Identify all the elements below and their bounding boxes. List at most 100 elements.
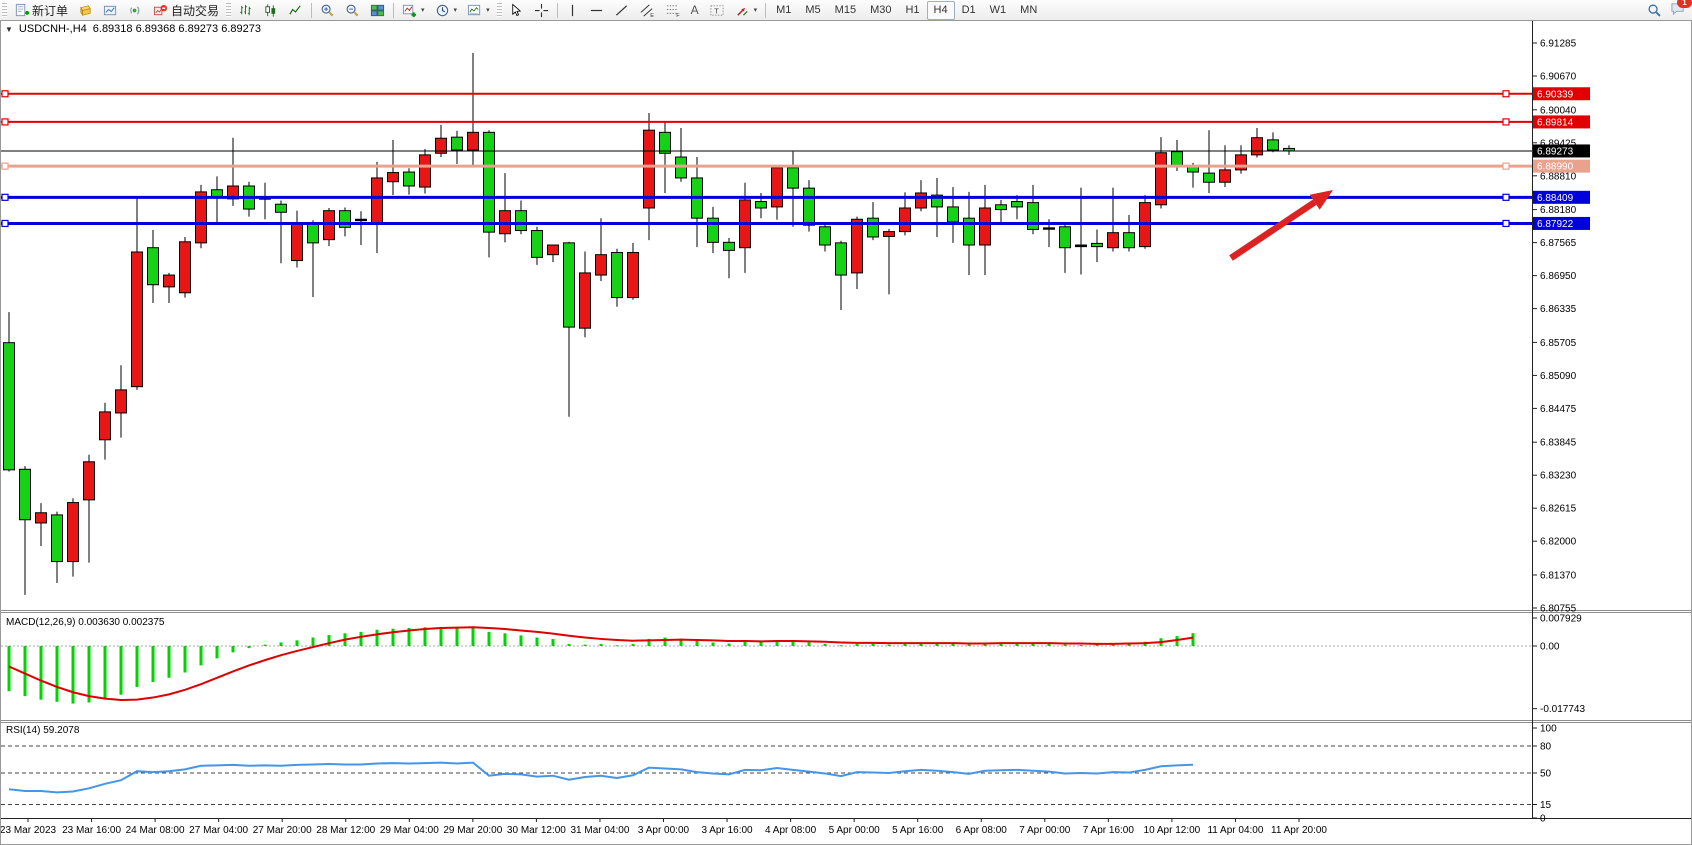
svg-text:6.85705: 6.85705 xyxy=(1540,338,1577,349)
chart-window: ▼ USDCNH-,H4 6.89318 6.89368 6.89273 6.8… xyxy=(0,20,1692,845)
arrows-button[interactable]: ▾ xyxy=(730,0,763,21)
fibonacci-button[interactable]: F xyxy=(660,0,686,21)
tab-timeframe-h4[interactable]: H4 xyxy=(927,1,955,20)
new-order-icon xyxy=(14,3,29,18)
svg-text:23 Mar 2023: 23 Mar 2023 xyxy=(1,825,57,836)
crosshair-button[interactable] xyxy=(529,0,554,21)
svg-text:6.87922: 6.87922 xyxy=(1537,219,1574,230)
vertical-line-button[interactable] xyxy=(561,0,584,21)
toolbar-grip xyxy=(226,3,231,17)
svg-text:6.86335: 6.86335 xyxy=(1540,304,1577,315)
svg-text:6 Apr 08:00: 6 Apr 08:00 xyxy=(956,825,1008,836)
svg-text:6.84475: 6.84475 xyxy=(1540,404,1577,415)
svg-text:-0.017743: -0.017743 xyxy=(1540,704,1585,715)
toolbar-grip xyxy=(2,3,7,17)
auto-trading-button[interactable]: 自动交易 xyxy=(148,0,224,21)
chart-bars-button[interactable] xyxy=(233,0,258,21)
tab-timeframe-w1[interactable]: W1 xyxy=(983,1,1014,20)
svg-text:T: T xyxy=(714,6,719,15)
svg-text:3 Apr 16:00: 3 Apr 16:00 xyxy=(701,825,753,836)
svg-text:6.89273: 6.89273 xyxy=(1537,146,1574,157)
new-order-label: 新订单 xyxy=(32,2,68,19)
arrow-objects-icon xyxy=(735,3,750,18)
zoom-in-button[interactable] xyxy=(315,0,340,21)
new-order-button[interactable]: 新订单 xyxy=(9,0,73,21)
svg-text:5 Apr 16:00: 5 Apr 16:00 xyxy=(892,825,944,836)
svg-text:6.87565: 6.87565 xyxy=(1540,238,1577,249)
svg-text:4 Apr 08:00: 4 Apr 08:00 xyxy=(765,825,817,836)
horizontal-line-button[interactable] xyxy=(584,0,609,21)
tab-timeframe-h1[interactable]: H1 xyxy=(898,1,926,20)
profiles-button[interactable] xyxy=(98,0,123,21)
svg-text:6.86950: 6.86950 xyxy=(1540,271,1577,282)
svg-text:6.88180: 6.88180 xyxy=(1540,205,1577,216)
tile-windows-button[interactable] xyxy=(365,0,390,21)
svg-text:7 Apr 16:00: 7 Apr 16:00 xyxy=(1083,825,1135,836)
text-button[interactable]: A xyxy=(686,0,704,21)
marketwatch-button[interactable] xyxy=(73,0,98,21)
notification-badge: 1 xyxy=(1677,0,1692,8)
notifications-button[interactable]: 1 xyxy=(1670,1,1686,19)
zoom-out-icon xyxy=(345,3,360,18)
separator xyxy=(393,3,394,18)
timeframe-switcher: M1M5M15M30H1H4D1W1MN xyxy=(769,1,1044,20)
templates-button[interactable]: ▾ xyxy=(462,0,495,21)
indicators-button[interactable]: ▾ xyxy=(397,0,430,21)
svg-text:E: E xyxy=(650,13,654,18)
svg-text:29 Mar 20:00: 29 Mar 20:00 xyxy=(443,825,502,836)
svg-text:6.91285: 6.91285 xyxy=(1540,39,1577,50)
cursor-button[interactable] xyxy=(504,0,529,21)
svg-text:6.83230: 6.83230 xyxy=(1540,471,1577,482)
zoom-in-icon xyxy=(320,3,335,18)
tile-windows-icon xyxy=(370,3,385,18)
dropdown-caret: ▾ xyxy=(421,6,425,14)
svg-text:100: 100 xyxy=(1540,724,1557,735)
text-tool-icon: A xyxy=(691,3,699,17)
svg-text:28 Mar 12:00: 28 Mar 12:00 xyxy=(316,825,375,836)
svg-text:0.007929: 0.007929 xyxy=(1540,614,1582,625)
svg-text:6.81370: 6.81370 xyxy=(1540,571,1577,582)
signal-icon xyxy=(128,3,143,18)
svg-text:50: 50 xyxy=(1540,769,1552,780)
tab-timeframe-m15[interactable]: M15 xyxy=(828,1,863,20)
chart-candles-button[interactable] xyxy=(258,0,283,21)
svg-text:6.88409: 6.88409 xyxy=(1537,193,1574,204)
tab-timeframe-d1[interactable]: D1 xyxy=(955,1,983,20)
text-label-button[interactable]: T xyxy=(704,0,730,21)
svg-text:15: 15 xyxy=(1540,800,1552,811)
add-indicator-icon xyxy=(402,3,417,18)
separator xyxy=(311,3,312,18)
separator xyxy=(765,3,766,18)
template-chart-icon xyxy=(467,3,482,18)
tab-timeframe-mn[interactable]: MN xyxy=(1013,1,1044,20)
svg-text:6.89814: 6.89814 xyxy=(1537,117,1574,128)
tab-timeframe-m5[interactable]: M5 xyxy=(798,1,827,20)
chart-window-icon xyxy=(103,3,118,18)
svg-text:0.00: 0.00 xyxy=(1540,642,1560,653)
svg-text:6.82000: 6.82000 xyxy=(1540,537,1577,548)
search-icon[interactable] xyxy=(1647,3,1662,18)
tab-timeframe-m1[interactable]: M1 xyxy=(769,1,798,20)
svg-text:F: F xyxy=(676,13,680,18)
toolbar-grip xyxy=(497,3,502,17)
svg-text:6.90040: 6.90040 xyxy=(1540,105,1577,116)
equidistant-channel-button[interactable]: E xyxy=(634,0,660,21)
svg-text:30 Mar 12:00: 30 Mar 12:00 xyxy=(507,825,566,836)
trendline-button[interactable] xyxy=(609,0,634,21)
svg-text:6.90670: 6.90670 xyxy=(1540,71,1577,82)
crosshair-icon xyxy=(534,3,549,18)
yellow-cube-icon xyxy=(78,3,93,18)
collapse-chart-toggle[interactable]: ▼ xyxy=(5,25,13,34)
svg-text:RSI(14) 59.2078: RSI(14) 59.2078 xyxy=(6,725,80,736)
signals-button[interactable] xyxy=(123,0,148,21)
tab-timeframe-m30[interactable]: M30 xyxy=(863,1,898,20)
chart-line-button[interactable] xyxy=(283,0,308,21)
cursor-icon xyxy=(509,3,524,18)
zoom-out-button[interactable] xyxy=(340,0,365,21)
separator xyxy=(557,3,558,18)
price-chart-canvas[interactable]: MACD(12,26,9) 0.003630 0.002375RSI(14) 5… xyxy=(1,21,1691,844)
main-toolbar: 新订单 自动交易 xyxy=(0,0,1692,21)
chart-title-bar: ▼ USDCNH-,H4 6.89318 6.89368 6.89273 6.8… xyxy=(5,23,261,35)
periods-button[interactable]: ▾ xyxy=(430,0,463,21)
auto-trading-label: 自动交易 xyxy=(171,2,219,19)
